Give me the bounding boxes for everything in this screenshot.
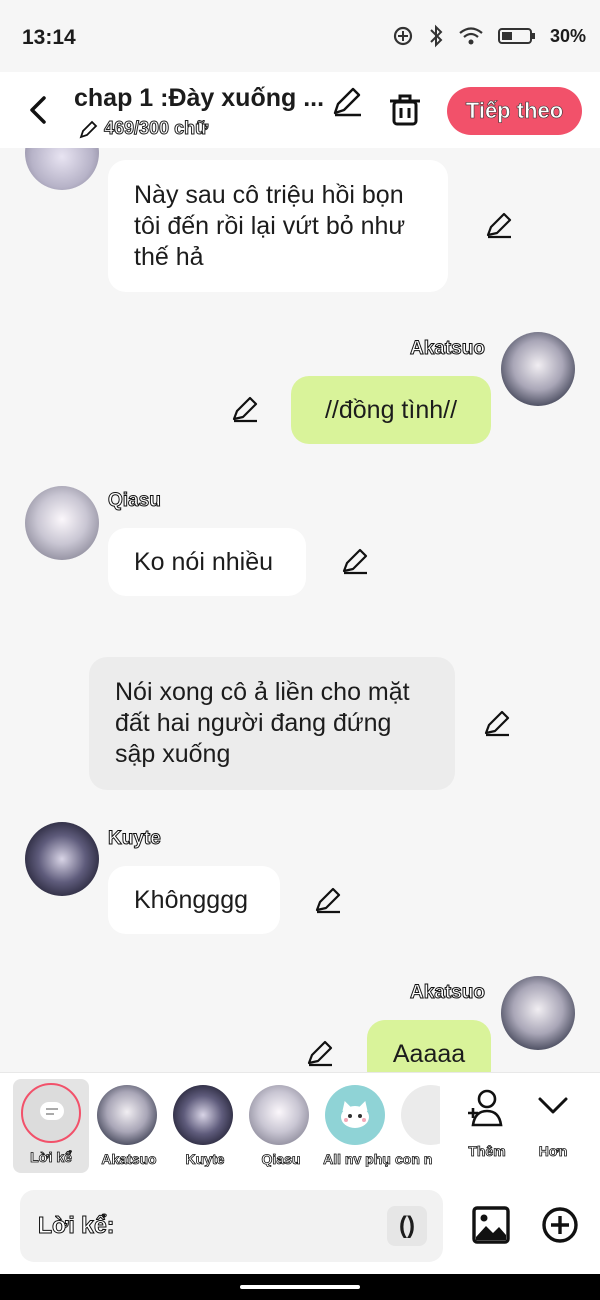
character-label: Akatsuo (101, 1151, 157, 1167)
status-bar: 13:14 30% (0, 0, 600, 72)
system-nav-bar (0, 1274, 600, 1300)
add-circle-icon[interactable] (541, 1206, 579, 1244)
character-all-side[interactable]: All nv phụ (319, 1081, 395, 1171)
app-root: 13:14 30% chap 1 :Đày xuống ... 469/300 … (0, 0, 600, 1300)
message-bubble[interactable]: Ko nói nhiều (108, 528, 306, 596)
character-partial[interactable]: con n (395, 1081, 440, 1171)
character-avatar (401, 1085, 440, 1145)
word-counter: 469/300 chữ (103, 118, 209, 139)
edit-message-icon[interactable] (313, 885, 343, 915)
speaker-name: Qiasu (108, 490, 162, 512)
paren-button[interactable]: () (387, 1206, 427, 1246)
bluetooth-icon (430, 24, 443, 48)
character-avatar (173, 1085, 233, 1145)
message-bubble[interactable]: Aaaaa (367, 1020, 491, 1072)
message-text: Khôngggg (134, 885, 249, 914)
edit-message-icon[interactable] (230, 394, 260, 424)
battery-percent: 30% (549, 25, 586, 46)
character-label: con n (395, 1151, 433, 1167)
status-time: 13:14 (22, 26, 76, 49)
character-label: Qiasu (261, 1151, 301, 1167)
character-label: Lời kể (30, 1149, 73, 1165)
character-avatar (97, 1085, 157, 1145)
chat-area[interactable]: Này sau cô triệu hồi bọn tôi đến rồi lại… (0, 148, 600, 1072)
cat-sticker-icon (341, 1101, 369, 1128)
character-label: Kuyte (185, 1151, 225, 1167)
input-label: Lời kể: (37, 1212, 115, 1239)
character-narrator[interactable]: Lời kể (13, 1079, 89, 1173)
message-text: Này sau cô triệu hồi bọn tôi đến rồi lại… (134, 180, 406, 271)
narration-bubble[interactable]: Nói xong cô ả liền cho mặt đất hai người… (89, 657, 455, 790)
speaker-name: Kuyte (108, 828, 162, 850)
add-character-label: Thêm (468, 1143, 506, 1159)
narrator-avatar (21, 1083, 81, 1143)
avatar-qiasu[interactable] (25, 486, 99, 560)
narration-input[interactable]: Lời kể: () (20, 1190, 443, 1262)
character-selector: Lời kể Akatsuo Kuyte Qiasu All nv phụ co… (0, 1072, 600, 1180)
home-indicator[interactable] (240, 1285, 360, 1289)
speaker-name: Akatsuo (410, 982, 486, 1004)
speech-bubble-icon (40, 1102, 64, 1120)
trash-icon[interactable] (388, 92, 422, 128)
message-bubble[interactable]: Này sau cô triệu hồi bọn tôi đến rồi lại… (108, 160, 448, 292)
more-label: Hơn (538, 1143, 568, 1159)
back-arrow-icon[interactable] (24, 94, 52, 126)
message-bubble[interactable]: Khôngggg (108, 866, 280, 934)
image-icon[interactable] (472, 1206, 510, 1244)
narration-text: Nói xong cô ả liền cho mặt đất hai người… (115, 678, 410, 768)
status-icons: 30% (392, 24, 586, 48)
more-button[interactable]: Hơn (520, 1081, 586, 1171)
message-bubble[interactable]: //đồng tình// (291, 376, 491, 444)
wifi-icon (459, 27, 483, 45)
chapter-title[interactable]: chap 1 :Đày xuống ... (74, 84, 324, 113)
character-avatar (325, 1085, 385, 1145)
message-text: Aaaaa (392, 1039, 466, 1068)
add-character-button[interactable]: Thêm (449, 1081, 523, 1171)
character-label: All nv phụ (323, 1151, 391, 1167)
sync-icon (393, 26, 413, 46)
character-avatar (249, 1085, 309, 1145)
character-akatsuo[interactable]: Akatsuo (91, 1081, 167, 1171)
add-person-icon (468, 1089, 503, 1127)
character-kuyte[interactable]: Kuyte (167, 1081, 243, 1171)
avatar-akatsuo[interactable] (501, 332, 575, 406)
speaker-name: Akatsuo (410, 338, 486, 360)
next-button[interactable]: Tiếp theo (447, 87, 582, 135)
avatar-akatsuo[interactable] (501, 976, 575, 1050)
character-qiasu[interactable]: Qiasu (243, 1081, 319, 1171)
avatar-kuyte[interactable] (25, 822, 99, 896)
edit-message-icon[interactable] (482, 708, 512, 738)
editor-header: chap 1 :Đày xuống ... 469/300 chữ Tiếp t… (0, 72, 600, 148)
message-text: Ko nói nhiều (134, 547, 274, 576)
input-bar: Lời kể: () (0, 1180, 600, 1274)
edit-message-icon[interactable] (484, 210, 514, 240)
edit-message-icon[interactable] (305, 1038, 335, 1068)
edit-message-icon[interactable] (340, 546, 370, 576)
pencil-icon (79, 120, 98, 139)
edit-title-icon[interactable] (330, 84, 364, 118)
message-text: //đồng tình// (324, 395, 458, 424)
avatar-qiasu[interactable] (25, 148, 99, 190)
battery-icon (497, 28, 535, 44)
chevron-down-icon (538, 1097, 568, 1114)
